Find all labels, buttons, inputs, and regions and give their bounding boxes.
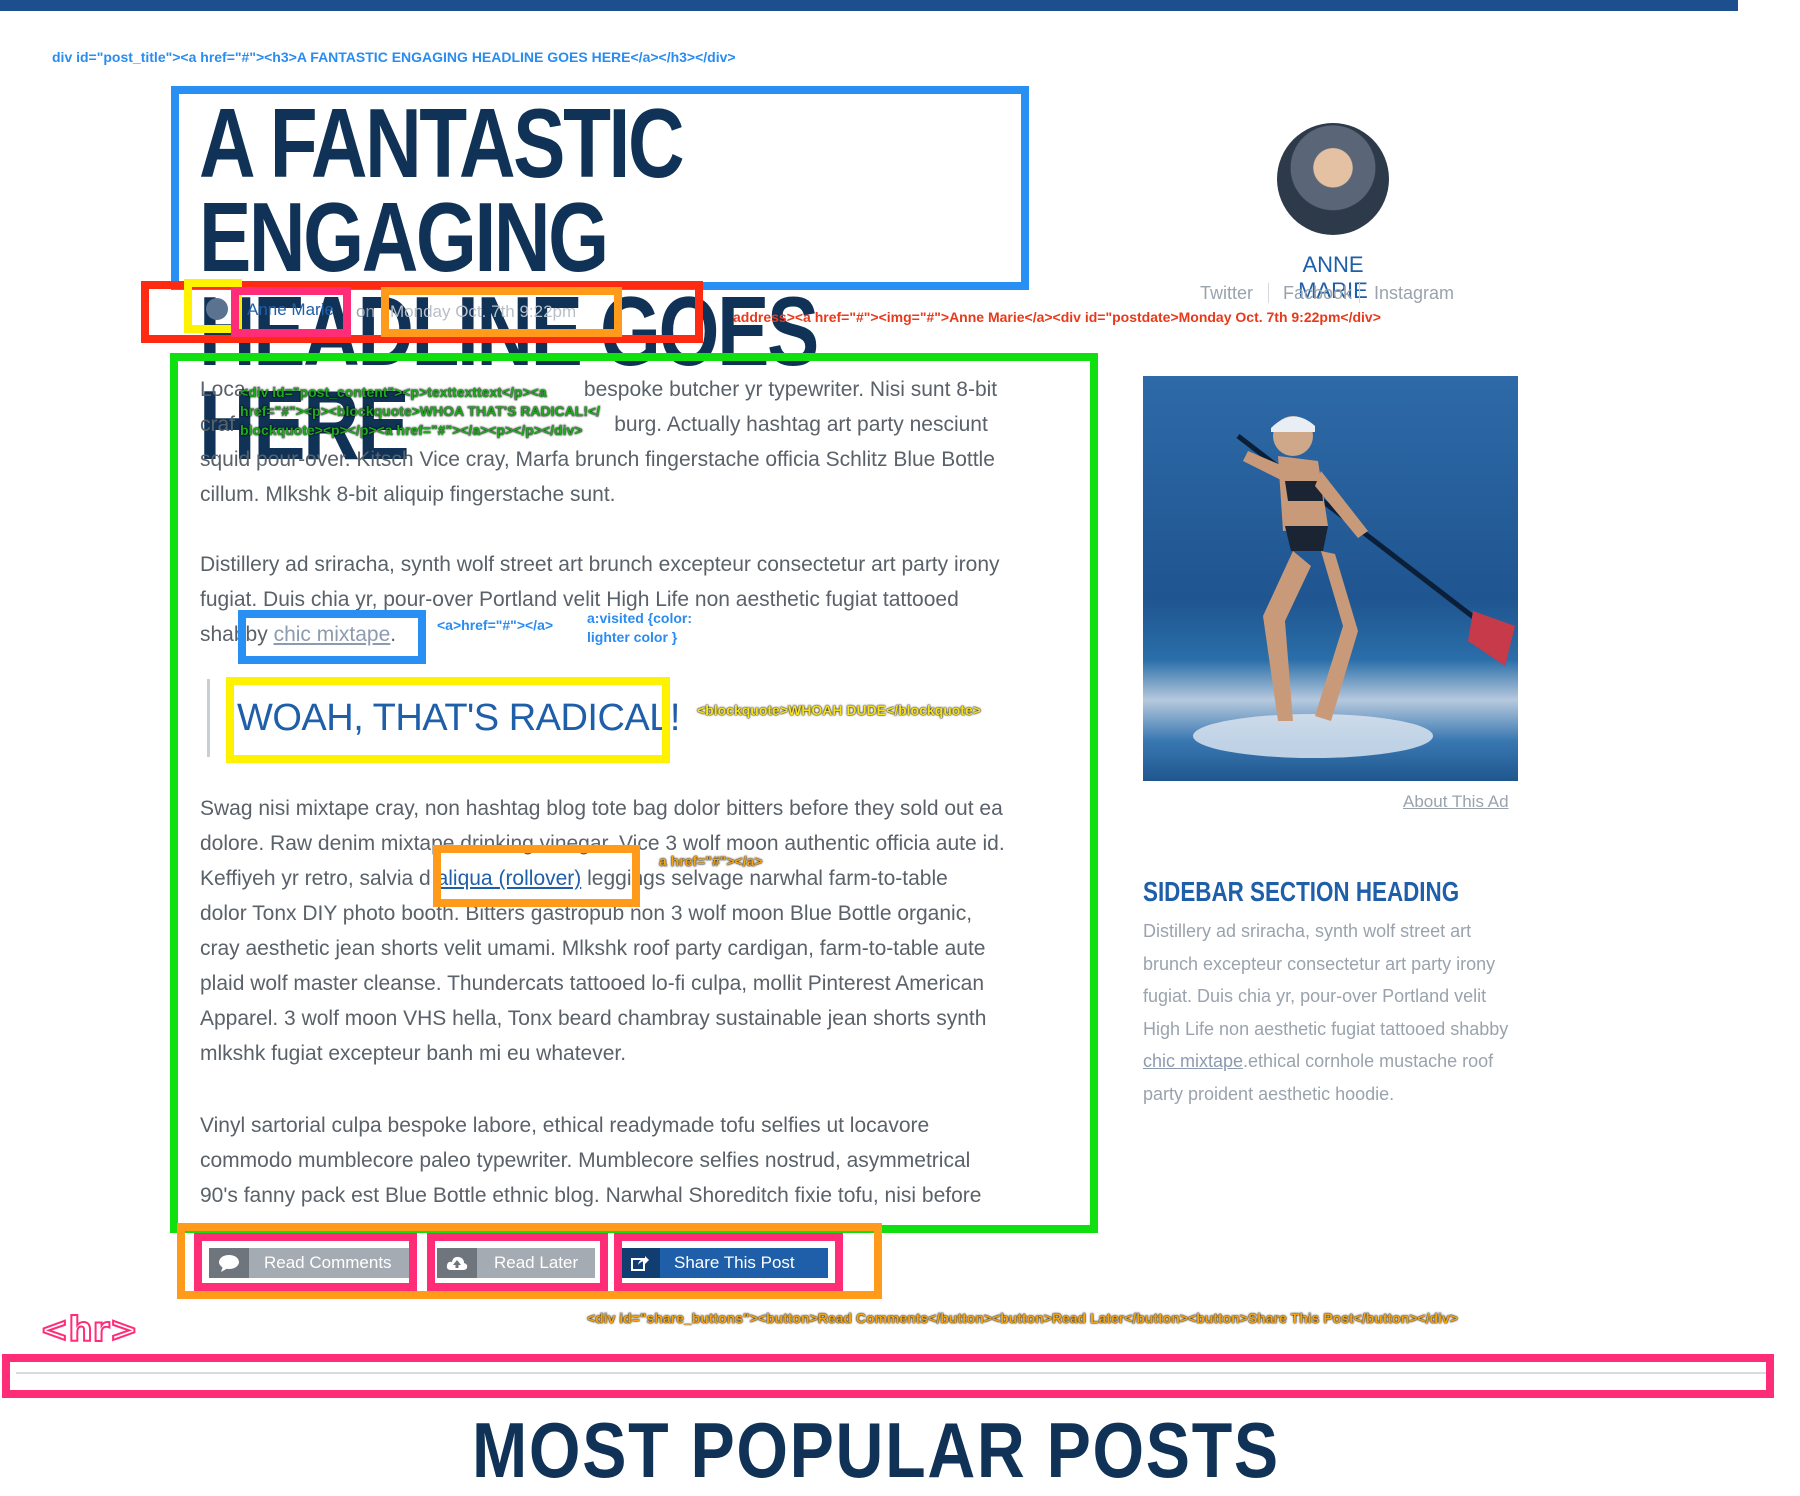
comments-button-annotation-box xyxy=(194,1233,417,1291)
share-button-annotation-box xyxy=(614,1233,843,1291)
blockquote-code-label: <blockquote>WHOAH DUDE</blockquote> xyxy=(697,702,981,718)
blockquote-bar xyxy=(207,679,210,757)
twitter-link[interactable]: Twitter xyxy=(1200,283,1253,304)
sidebar-section-text: Distillery ad sriracha, synth wolf stree… xyxy=(1143,915,1523,1110)
author-annotation-box xyxy=(231,287,351,337)
p1-line-4: cillum. Mlkshk 8-bit aliquip fingerstach… xyxy=(200,483,616,506)
sidebar-section-heading: SIDEBAR SECTION HEADING xyxy=(1143,876,1460,907)
blockquote-annotation-box xyxy=(226,677,670,763)
rollover-code-label: a href="#"></a> xyxy=(659,853,763,869)
sidebar-ad-image[interactable] xyxy=(1143,376,1518,781)
share-buttons-code-label: <div id="share_buttons"><button>Read Com… xyxy=(587,1310,1458,1326)
sidebar-chic-mixtape-link[interactable]: chic mixtape xyxy=(1143,1051,1243,1071)
paragraph-3: Swag nisi mixtape cray, non hashtag blog… xyxy=(200,791,1045,1071)
p3-line-5: cray aesthetic jean shorts velit umami. … xyxy=(200,937,986,960)
link-annotation-box xyxy=(238,610,426,664)
visited-code-1: a:visited {color: xyxy=(587,610,693,626)
post-content-code-2: href="#"><p><blockquote>WHOA THAT'S RADI… xyxy=(240,403,601,419)
title-annotation-box xyxy=(171,86,1029,290)
paddleboarder-illustration xyxy=(1193,416,1515,758)
p3-line-8: mlkshk fugiat excepteur banh mi eu whate… xyxy=(200,1042,627,1065)
social-divider xyxy=(1268,283,1269,303)
post-content-code-1: <div id="post_content"><p>texttexttext</… xyxy=(240,384,547,400)
top-bar xyxy=(0,0,1738,11)
post-title-code-label: div id="post_title"><a href="#"><h3>A FA… xyxy=(52,49,736,65)
read-later-annotation-box xyxy=(427,1233,608,1291)
p3-line-6: plaid wolf master cleanse. Thundercats t… xyxy=(200,972,984,995)
anchor-code-label: <a>href="#"></a> xyxy=(437,617,554,633)
most-popular-heading: MOST POPULAR POSTS xyxy=(472,1406,1280,1494)
rollover-annotation-box xyxy=(433,845,640,907)
p4-line-2: commodo mumblecore paleo typewriter. Mum… xyxy=(200,1149,971,1172)
p2-line-1: Distillery ad sriracha, synth wolf stree… xyxy=(200,553,1000,576)
social-divider xyxy=(1359,283,1360,303)
visited-code-label: a:visited {color: lighter color } xyxy=(587,609,692,647)
sidebar-text-pre: Distillery ad sriracha, synth wolf stree… xyxy=(1143,921,1509,1039)
p4-line-1: Vinyl sartorial culpa bespoke labore, et… xyxy=(200,1114,930,1137)
p3-line-7: Apparel. 3 wolf moon VHS hella, Tonx bea… xyxy=(200,1007,987,1030)
p3-pre: Keffiyeh yr retro, salvia d xyxy=(200,867,437,890)
paragraph-4: Vinyl sartorial culpa bespoke labore, et… xyxy=(200,1108,1045,1213)
about-this-ad-link[interactable]: About This Ad xyxy=(1403,792,1509,812)
visited-code-2: lighter color } xyxy=(587,629,678,645)
hr-annotation-box xyxy=(2,1354,1774,1398)
instagram-link[interactable]: Instagram xyxy=(1374,283,1454,304)
p3-line-1: Swag nisi mixtape cray, non hashtag blog… xyxy=(200,797,1003,820)
address-code-label: address><a href="#"><img="#">Anne Marie<… xyxy=(733,309,1381,325)
p4-line-3: 90's fanny pack est Blue Bottle ethnic b… xyxy=(200,1184,982,1207)
author-photo[interactable] xyxy=(1277,123,1389,235)
post-content-code-3: blockquote><p></p><a href="#"></a><p></p… xyxy=(240,422,583,438)
hr-annotation-label: <hr> xyxy=(39,1309,139,1351)
facebook-link[interactable]: Facbook xyxy=(1283,283,1352,304)
post-content-code-label: <div id="post_content"><p>texttexttext</… xyxy=(240,383,600,440)
date-annotation-box xyxy=(381,287,622,337)
p1-line-3: squid pour-over. Kitsch Vice cray, Marfa… xyxy=(200,448,995,471)
